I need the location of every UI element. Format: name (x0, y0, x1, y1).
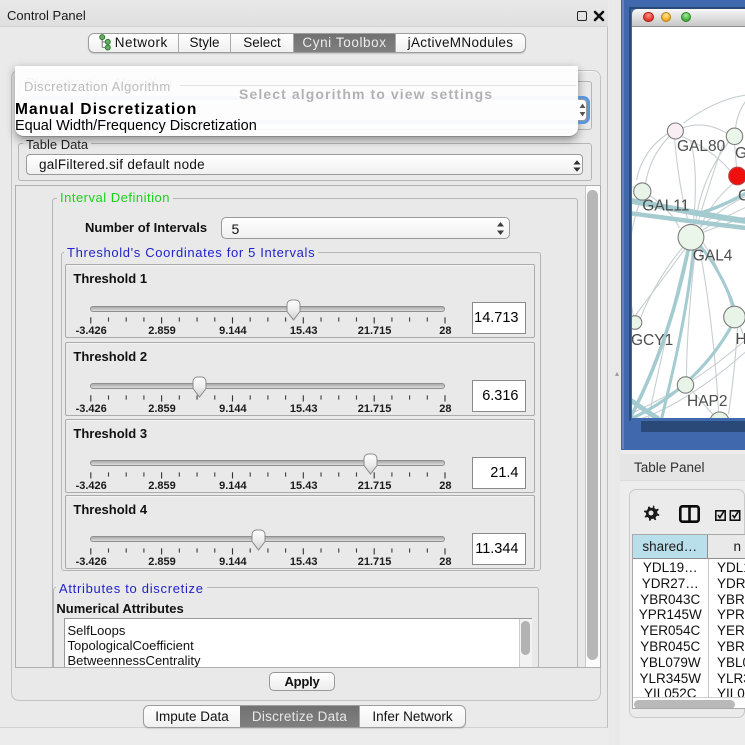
svg-text:HAP2: HAP2 (687, 393, 728, 410)
svg-text:GAL4: GAL4 (692, 248, 732, 265)
svg-text:GCY1: GCY1 (632, 332, 673, 349)
svg-text:GA: GA (735, 145, 745, 162)
svg-text:GAL80: GAL80 (677, 138, 726, 155)
svg-text:GAL11: GAL11 (642, 198, 689, 215)
svg-text:C: C (738, 188, 745, 205)
svg-text:H: H (735, 331, 745, 348)
